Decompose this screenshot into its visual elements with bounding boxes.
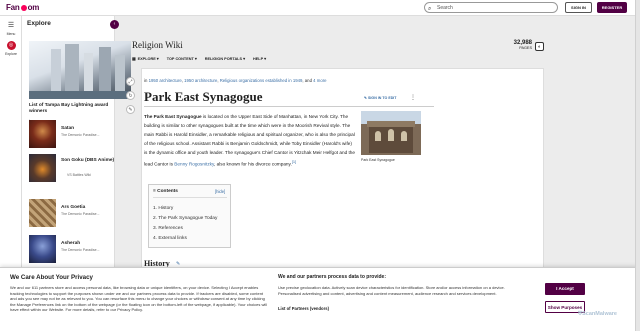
moon-icon: ◐ xyxy=(537,44,542,50)
nav-top-content[interactable]: TOP CONTENT ▾ xyxy=(167,56,197,61)
watermark: ⛨ScanMalware xyxy=(578,311,617,317)
consent-title: We Care About Your Privacy xyxy=(10,274,93,281)
nav-religion-portals[interactable]: RELIGION PORTALS ▾ xyxy=(205,56,245,61)
toc-item[interactable]: 3. References xyxy=(153,226,183,231)
card-source: The Demonic Paradise... xyxy=(61,212,100,216)
rail-menu-label: Menu xyxy=(6,32,16,36)
more-categories-link[interactable]: 4 more xyxy=(313,78,326,83)
article-paragraph: The Park East Synagogue is located on th… xyxy=(144,114,355,167)
explore-card[interactable]: Son Goku (DBS Anime) VS Battles Wiki xyxy=(29,154,133,184)
page-side-tools: ⤢ ↻ ✎ xyxy=(126,77,136,119)
top-bar: Fan om ⌕ Search SIGN IN REGISTER xyxy=(0,0,640,16)
consent-text: We and our 611 partners store and access… xyxy=(10,285,268,313)
toc-item[interactable]: 1. History xyxy=(153,206,173,211)
rail-explore[interactable]: ◎ Explore xyxy=(0,41,22,56)
card-title: Satan xyxy=(61,126,75,131)
card-source: VS Battles Wiki xyxy=(67,173,91,177)
purposes-title: We and our partners process data to prov… xyxy=(278,274,386,280)
search-placeholder: Search xyxy=(437,5,453,11)
wiki-title[interactable]: Religion Wiki xyxy=(132,40,183,50)
expand-icon[interactable]: ⤢ xyxy=(126,77,135,86)
explore-icon: ◎ xyxy=(6,41,16,50)
pages-label: PAGES xyxy=(519,46,532,50)
fandom-logo[interactable]: Fan om xyxy=(6,3,39,12)
search-input[interactable]: ⌕ Search xyxy=(424,2,558,13)
register-button[interactable]: REGISTER xyxy=(597,2,627,13)
category-link[interactable]: Religious organizations established in 1… xyxy=(220,78,303,83)
drawer-title: Explore xyxy=(27,20,51,27)
drawer-close-button[interactable]: ‹ xyxy=(110,20,119,29)
comment-icon[interactable]: ✎ xyxy=(126,105,135,114)
menu-icon: ☰ xyxy=(7,22,15,29)
nav-help[interactable]: HELP ▾ xyxy=(253,56,266,61)
toc-item[interactable]: 4. External links xyxy=(153,236,187,241)
page-title: Park East Synagogue xyxy=(144,89,263,104)
categories-line: in 1950 architecture, 1950 architecture,… xyxy=(144,78,327,83)
accept-button[interactable]: I Accept xyxy=(545,283,585,295)
card-thumbnail xyxy=(29,235,56,263)
benny-link[interactable]: Benny Rogosnitzky xyxy=(174,162,214,167)
partners-link[interactable]: List of Partners (vendors) xyxy=(278,306,329,311)
sign-in-button[interactable]: SIGN IN xyxy=(565,2,592,13)
chevron-left-icon: ‹ xyxy=(113,21,116,27)
wiki-nav: ▦ EXPLORE ▾ TOP CONTENT ▾ RELIGION PORTAL… xyxy=(132,56,266,61)
history-icon[interactable]: ↻ xyxy=(126,91,135,100)
card-title: Son Goku (DBS Anime) xyxy=(61,158,115,163)
infobox-caption: Park East Synagogue xyxy=(361,158,395,162)
card-thumbnail xyxy=(29,154,56,182)
purposes-text: Use precise geolocation data. Actively s… xyxy=(278,285,505,296)
search-icon: ⌕ xyxy=(428,6,432,12)
title-divider xyxy=(144,106,434,107)
card-title: Ars Goetia xyxy=(61,205,86,210)
featured-title[interactable]: List of Tampa Bay Lightning award winner… xyxy=(29,103,124,115)
card-source: The Demonic Paradise... xyxy=(61,133,100,137)
page-scrollbar[interactable] xyxy=(635,0,640,331)
pencil-icon: ✎ xyxy=(364,96,368,100)
infobox-image[interactable] xyxy=(361,111,421,155)
reference-link[interactable]: [1] xyxy=(292,159,296,164)
card-source: The Demonic Paradise... xyxy=(61,248,100,252)
category-link[interactable]: 1950 architecture xyxy=(184,78,217,83)
list-icon: ≡ xyxy=(153,189,156,194)
more-actions-icon[interactable]: ⋮ xyxy=(410,94,416,101)
card-thumbnail xyxy=(29,199,56,227)
toc-toggle[interactable]: [hide] xyxy=(215,189,225,194)
cookie-consent-banner: We Care About Your Privacy We and our 61… xyxy=(0,267,640,331)
featured-image[interactable] xyxy=(29,41,131,99)
explore-card[interactable]: Asherah The Demonic Paradise... xyxy=(29,235,133,265)
rail-menu[interactable]: ☰ Menu xyxy=(0,22,22,36)
category-link[interactable]: 1950 architecture xyxy=(149,78,182,83)
rail-explore-label: Explore xyxy=(5,52,17,56)
sign-in-to-edit-link[interactable]: ✎ SIGN IN TO EDIT xyxy=(364,96,397,100)
nav-explore[interactable]: ▦ EXPLORE ▾ xyxy=(132,56,159,61)
explore-card[interactable]: Satan The Demonic Paradise... xyxy=(29,120,133,150)
toc-item[interactable]: 2. The Park Synagogue Today xyxy=(153,216,217,221)
toc-title: ≡ Contents xyxy=(153,189,178,194)
table-of-contents: ≡ Contents [hide] 1. History 2. The Park… xyxy=(148,184,231,248)
explore-card[interactable]: Ars Goetia The Demonic Paradise... xyxy=(29,199,133,229)
explore-menu-icon: ▦ xyxy=(132,57,136,61)
theme-toggle-button[interactable]: ◐ xyxy=(535,42,544,51)
card-thumbnail xyxy=(29,120,56,148)
card-title: Asherah xyxy=(61,241,81,246)
